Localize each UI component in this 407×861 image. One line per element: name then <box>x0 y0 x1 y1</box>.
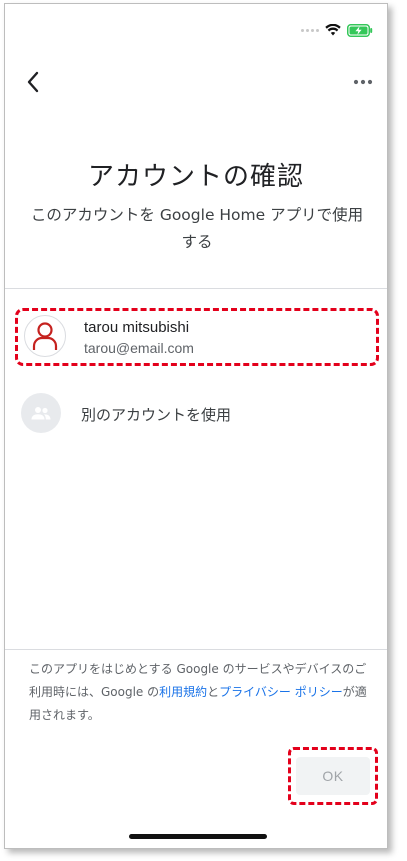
chevron-left-icon <box>27 71 39 93</box>
back-button[interactable] <box>19 68 47 96</box>
avatar <box>24 315 66 357</box>
home-indicator[interactable] <box>129 834 267 839</box>
person-icon <box>32 322 58 350</box>
page-subtitle: このアカウントを Google Home アプリで使用する <box>30 206 364 251</box>
wifi-icon <box>325 24 341 36</box>
page-title: アカウントの確認 <box>87 162 304 192</box>
other-account-avatar <box>21 393 61 433</box>
people-icon <box>31 407 51 420</box>
battery-charging-icon <box>347 23 373 37</box>
use-other-account-label: 別のアカウントを使用 <box>81 406 232 424</box>
use-other-account-item[interactable]: 別のアカウントを使用 <box>17 388 377 438</box>
legal-text: と <box>207 685 220 699</box>
terms-link[interactable]: 利用規約 <box>159 685 207 699</box>
privacy-policy-link[interactable]: プライバシー ポリシー <box>219 685 343 699</box>
divider <box>5 649 387 650</box>
account-item-selected[interactable]: tarou mitsubishi tarou@email.com <box>15 308 379 366</box>
ok-button[interactable]: OK <box>296 757 370 795</box>
legal-notice: このアプリをはじめとする Google のサービスやデバイスのご利用時には、Go… <box>29 658 369 727</box>
account-email: tarou@email.com <box>84 340 194 356</box>
more-horizontal-icon <box>353 79 373 85</box>
cellular-signal-icon <box>301 28 319 32</box>
app-screen: アカウントの確認 このアカウントを Google Home アプリで使用する t… <box>4 3 388 849</box>
divider <box>5 288 387 289</box>
ok-highlight: OK <box>288 747 378 805</box>
status-bar <box>301 22 373 38</box>
account-name: tarou mitsubishi <box>84 319 190 336</box>
more-options-button[interactable] <box>349 70 377 94</box>
